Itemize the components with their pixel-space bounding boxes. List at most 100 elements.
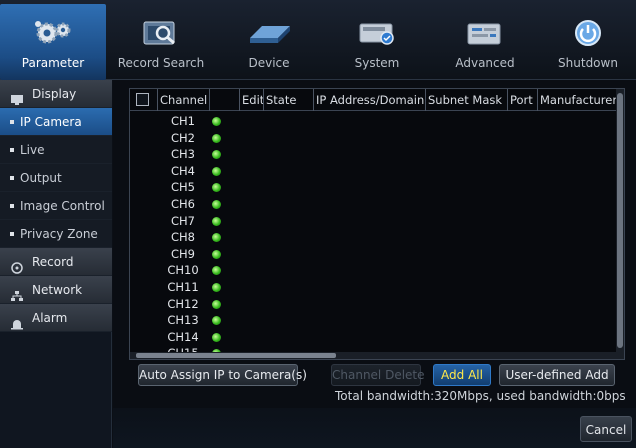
table-row[interactable]: CH8 — [130, 229, 610, 246]
status-dot-icon — [212, 117, 221, 126]
status-dot-icon — [212, 216, 221, 226]
table-row[interactable]: CH12 — [130, 296, 610, 313]
record-icon — [10, 256, 24, 274]
table-row[interactable]: CH6 — [130, 196, 610, 213]
tab-label: Device — [248, 56, 290, 70]
tab-parameter[interactable]: Parameter — [0, 4, 106, 80]
add-all-button[interactable]: Add All — [433, 364, 491, 386]
power-icon — [565, 18, 611, 48]
column-header-ip-address[interactable]: IP Address/Domain — [314, 89, 426, 111]
alarm-icon — [10, 312, 24, 329]
channel-cell: CH5 — [171, 180, 195, 195]
sidebar-item-label: Network — [32, 283, 83, 297]
table-row[interactable]: CH10 — [130, 262, 610, 279]
user-defined-add-button[interactable]: User-defined Add — [499, 364, 615, 386]
sidebar-item-privacy-zone[interactable]: Privacy Zone — [0, 220, 112, 248]
vertical-scrollbar[interactable] — [616, 89, 624, 359]
footer-bar: Cancel — [113, 408, 636, 448]
channel-cell: CH9 — [171, 246, 195, 261]
select-all-checkbox[interactable] — [136, 93, 149, 106]
status-dot-icon — [212, 299, 221, 309]
header-select-cell — [130, 89, 158, 111]
channel-cell: CH12 — [167, 296, 199, 311]
tab-record-search[interactable]: Record Search — [108, 4, 214, 80]
system-icon — [354, 18, 400, 48]
channel-cell: CH10 — [167, 263, 199, 278]
table-row[interactable]: CH2 — [130, 130, 610, 147]
channel-cell: CH2 — [171, 130, 195, 145]
table-row[interactable]: CH5 — [130, 179, 610, 196]
status-dot-icon — [212, 133, 221, 143]
status-dot-icon — [212, 150, 221, 160]
column-header-channel[interactable]: Channel — [158, 89, 210, 111]
sidebar-item-label: Live — [20, 143, 45, 157]
tab-shutdown[interactable]: Shutdown — [540, 4, 636, 80]
table-row[interactable]: CH9 — [130, 246, 610, 263]
column-header-subnet-mask[interactable]: Subnet Mask — [426, 89, 508, 111]
status-dot-icon — [212, 249, 221, 259]
tab-system[interactable]: System — [324, 4, 430, 80]
status-dot-icon — [212, 166, 221, 176]
sidebar-item-label: Output — [20, 171, 62, 185]
bullet-icon — [10, 231, 14, 236]
tab-device[interactable]: Device — [216, 4, 322, 80]
display-icon — [10, 88, 24, 105]
table-row[interactable]: CH3 — [130, 146, 610, 163]
column-header-state[interactable]: State — [264, 89, 314, 111]
sidebar-item-output[interactable]: Output — [0, 164, 112, 192]
status-dot-icon — [212, 283, 221, 292]
channel-cell: CH13 — [167, 313, 199, 328]
tab-label: Shutdown — [558, 56, 618, 70]
status-dot-icon — [212, 316, 221, 326]
table-row[interactable]: CH4 — [130, 163, 610, 180]
sidebar-item-label: Alarm — [32, 311, 68, 325]
sidebar-item-ip-camera[interactable]: IP Camera — [0, 108, 112, 136]
scroll-thumb[interactable] — [136, 353, 336, 358]
tab-label: Record Search — [117, 56, 205, 70]
gears-icon — [30, 18, 76, 48]
sidebar-item-alarm[interactable]: Alarm — [0, 304, 112, 332]
record-search-icon — [138, 18, 184, 48]
hdd-icon — [246, 18, 292, 48]
table-row[interactable]: CH11 — [130, 279, 610, 296]
tab-label: System — [354, 56, 400, 70]
channel-cell: CH7 — [171, 213, 195, 228]
sidebar-item-label: IP Camera — [20, 115, 82, 129]
sidebar-item-live[interactable]: Live — [0, 136, 112, 164]
sidebar-item-label: Record — [32, 255, 74, 269]
cancel-button[interactable]: Cancel — [580, 416, 632, 442]
top-navigation: Parameter Record Search Device System Ad… — [0, 0, 636, 80]
horizontal-scrollbar[interactable] — [130, 352, 624, 359]
channel-cell: CH4 — [171, 163, 195, 178]
sidebar-item-display[interactable]: Display — [0, 80, 112, 108]
channel-cell: CH11 — [167, 280, 199, 294]
sidebar-item-record[interactable]: Record — [0, 248, 112, 276]
bullet-icon — [10, 203, 14, 208]
sidebar-item-label: Privacy Zone — [20, 227, 98, 241]
channel-cell: CH3 — [171, 147, 195, 162]
column-header-port[interactable]: Port — [508, 89, 538, 111]
channel-cell: CH14 — [167, 329, 199, 344]
column-header-edit[interactable]: Edit — [240, 89, 264, 111]
status-dot-icon — [212, 200, 221, 209]
sidebar-item-label: Image Control — [20, 199, 105, 213]
tab-label: Advanced — [455, 56, 515, 70]
bullet-icon — [10, 119, 14, 124]
table-row[interactable]: CH13 — [130, 312, 610, 329]
sidebar-item-network[interactable]: Network — [0, 276, 112, 304]
column-header-manufacturer[interactable]: Manufacturer — [538, 89, 618, 111]
sidebar-item-image-control[interactable]: Image Control — [0, 192, 112, 220]
scroll-thumb[interactable] — [617, 93, 623, 348]
bullet-icon — [10, 175, 14, 180]
table-row[interactable]: CH7 — [130, 213, 610, 230]
tab-advanced[interactable]: Advanced — [432, 4, 538, 80]
table-row[interactable]: CH14 — [130, 329, 610, 346]
channel-delete-button[interactable]: Channel Delete — [331, 364, 425, 386]
auto-assign-ip-button[interactable]: Auto Assign IP to Camera(s) — [138, 364, 307, 386]
status-dot-icon — [212, 183, 221, 193]
main-panel: Channel Edit State IP Address/Domain Sub… — [113, 80, 636, 448]
channel-cell: CH6 — [171, 197, 195, 211]
table-row[interactable]: CH1 — [130, 113, 610, 130]
network-icon — [10, 284, 24, 301]
channel-cell: CH1 — [171, 114, 195, 128]
